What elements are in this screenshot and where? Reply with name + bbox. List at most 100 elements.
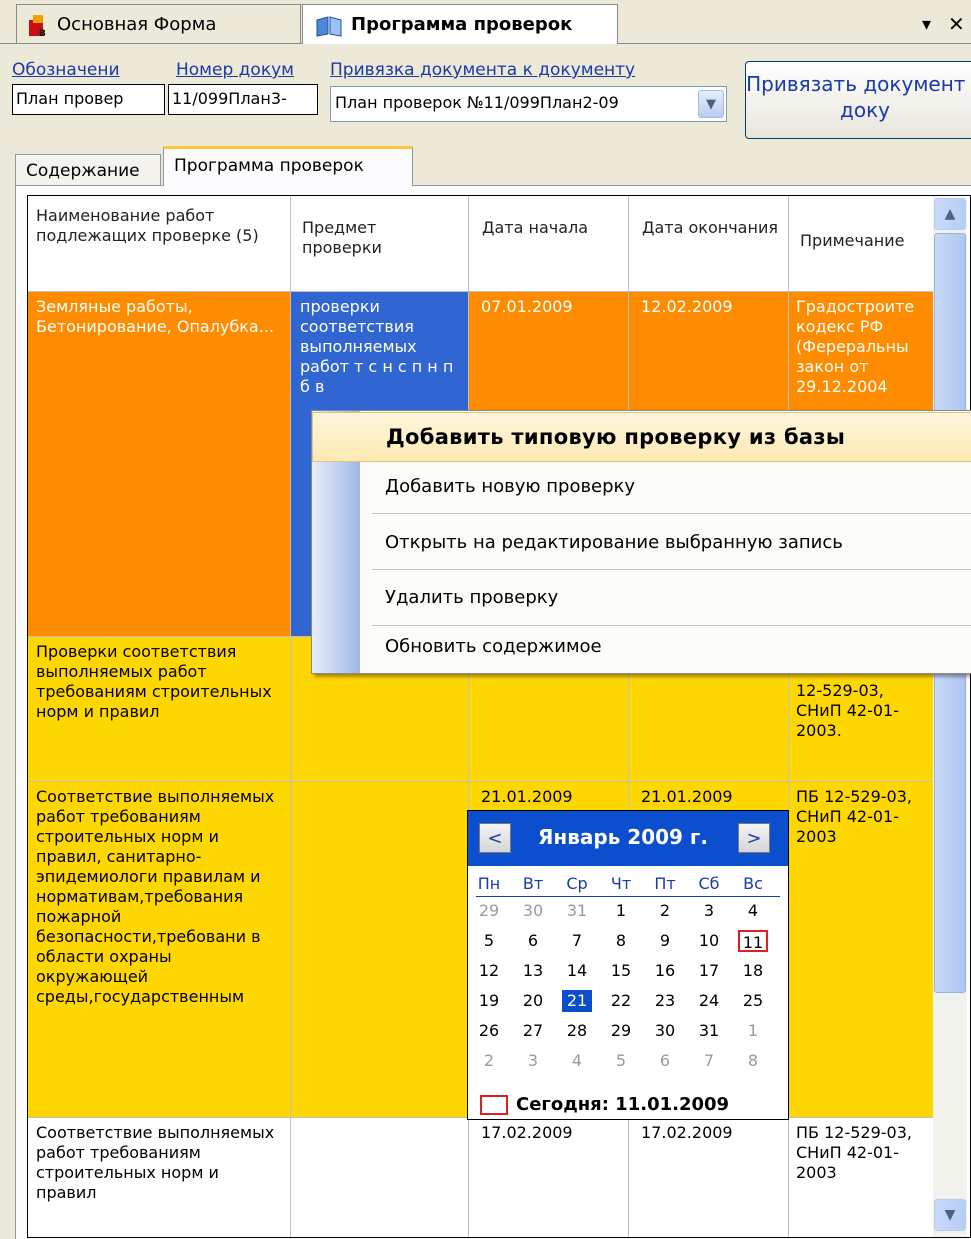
calendar-day[interactable]: 3 <box>694 900 724 922</box>
calendar-weekday: Пт <box>654 874 676 893</box>
calendar-day[interactable]: 23 <box>650 990 680 1012</box>
menu-item-delete-check[interactable]: Удалить проверку <box>360 569 971 625</box>
calendar-today-link[interactable]: Сегодня: 11.01.2009 <box>480 1094 729 1115</box>
table-row-3-note[interactable]: ПБ 12-529-03, СНиП 42-01-2003 <box>789 782 934 1118</box>
calendar-day[interactable]: 5 <box>474 930 504 952</box>
doc-number-field[interactable]: 11/099План3- <box>168 84 318 115</box>
doc-tab-main-form[interactable]: B Основная Форма <box>16 4 301 44</box>
calendar-month-title[interactable]: Январь 2009 г. <box>538 825 708 849</box>
binding-combo[interactable]: План проверок №11/099План2-09 ▼ <box>330 86 727 122</box>
column-header-start[interactable]: Дата начала <box>469 196 629 292</box>
calendar-day[interactable]: 8 <box>606 930 636 952</box>
calendar-today-label: Сегодня: 11.01.2009 <box>516 1094 730 1115</box>
calendar-day[interactable]: 30 <box>518 900 548 922</box>
calendar-header: < Январь 2009 г. > <box>468 811 788 866</box>
calendar-day[interactable]: 15 <box>606 960 636 982</box>
table-row-4-name[interactable]: Соответствие выполняемых работ требовани… <box>28 1118 291 1237</box>
calendar-day[interactable]: 11 <box>738 930 768 952</box>
column-header-end[interactable]: Дата окончания <box>629 196 789 292</box>
binding-label: Привязка документа к документу <box>330 60 636 80</box>
context-menu: Добавить типовую проверку из базы Добави… <box>311 410 971 674</box>
calendar-day[interactable]: 31 <box>694 1020 724 1042</box>
calendar-day[interactable]: 21 <box>562 990 592 1012</box>
calendar-day[interactable]: 26 <box>474 1020 504 1042</box>
calendar-day[interactable]: 4 <box>562 1050 592 1072</box>
calendar-day[interactable]: 27 <box>518 1020 548 1042</box>
calendar-day[interactable]: 29 <box>474 900 504 922</box>
designation-field[interactable]: План провер <box>12 84 165 115</box>
calendar-day[interactable]: 5 <box>606 1050 636 1072</box>
table-row-4-start[interactable]: 17.02.2009 <box>469 1118 629 1237</box>
calendar-day[interactable]: 6 <box>518 930 548 952</box>
chevron-left-icon[interactable]: < <box>479 823 511 853</box>
calendar-day[interactable]: 12 <box>474 960 504 982</box>
calendar-day[interactable]: 4 <box>738 900 768 922</box>
calendar-day[interactable]: 6 <box>650 1050 680 1072</box>
chevron-down-icon[interactable]: ▼ <box>698 90 724 118</box>
tab-program-label: Программа проверок <box>174 156 364 176</box>
doc-tab-program-label: Программа проверок <box>351 14 573 35</box>
calendar-weekday: Ср <box>566 874 588 893</box>
calendar-day[interactable]: 24 <box>694 990 724 1012</box>
table-row-4-subject[interactable] <box>291 1118 469 1237</box>
calendar-day[interactable]: 3 <box>518 1050 548 1072</box>
calendar-day[interactable]: 16 <box>650 960 680 982</box>
calendar-day[interactable]: 28 <box>562 1020 592 1042</box>
calendar-weekday: Чт <box>610 874 632 893</box>
menu-item-edit-selected[interactable]: Открыть на редактирование выбранную запи… <box>360 514 971 570</box>
menu-item-add-template-check[interactable]: Добавить типовую проверку из базы <box>312 412 971 462</box>
table-row-2-name[interactable]: Проверки соответствия выполняемых работ … <box>28 637 291 782</box>
column-header-name[interactable]: Наименование работ подлежащих проверке (… <box>28 196 291 292</box>
svg-text:B: B <box>39 29 46 38</box>
tab-menu-icon[interactable]: ▾ <box>922 14 931 35</box>
calendar-day[interactable]: 17 <box>694 960 724 982</box>
chevron-right-icon[interactable]: > <box>738 823 770 853</box>
tab-program[interactable]: Программа проверок <box>163 146 413 186</box>
chevron-up-icon[interactable]: ▲ <box>934 198 966 230</box>
calendar-day[interactable]: 10 <box>694 930 724 952</box>
doc-number-label: Номер докум <box>176 60 294 80</box>
calendar-weekday: Вс <box>743 874 763 893</box>
calendar-day[interactable]: 9 <box>650 930 680 952</box>
calendar-day[interactable]: 30 <box>650 1020 680 1042</box>
calendar-day[interactable]: 19 <box>474 990 504 1012</box>
table-row-3-subject[interactable] <box>291 782 469 1118</box>
calendar-day[interactable]: 13 <box>518 960 548 982</box>
book-icon <box>315 14 343 38</box>
column-header-note[interactable]: Примечание <box>789 196 934 292</box>
calendar-day[interactable]: 29 <box>606 1020 636 1042</box>
calendar-day[interactable]: 8 <box>738 1050 768 1072</box>
app-icon: B <box>27 12 51 39</box>
calendar-weekday: Сб <box>698 874 720 893</box>
calendar-day[interactable]: 2 <box>650 900 680 922</box>
calendar-day[interactable]: 22 <box>606 990 636 1012</box>
calendar-day[interactable]: 2 <box>474 1050 504 1072</box>
chevron-down-icon[interactable]: ▼ <box>934 1199 966 1231</box>
table-row-4-end[interactable]: 17.02.2009 <box>629 1118 789 1237</box>
menu-item-refresh[interactable]: Обновить содержимое <box>360 621 971 671</box>
doc-tab-program[interactable]: Программа проверок <box>302 4 618 44</box>
calendar-day[interactable]: 20 <box>518 990 548 1012</box>
calendar-day[interactable]: 25 <box>738 990 768 1012</box>
calendar-day[interactable]: 31 <box>562 900 592 922</box>
table-row-1-name[interactable]: Земляные работы, Бетонирование, Опалубка… <box>28 292 291 637</box>
calendar-day[interactable]: 14 <box>562 960 592 982</box>
today-marker-icon <box>480 1094 508 1115</box>
calendar-day[interactable]: 1 <box>738 1020 768 1042</box>
binding-combo-value: План проверок №11/099План2-09 <box>335 93 619 112</box>
column-header-subject[interactable]: Предмет проверки <box>291 196 469 292</box>
bind-document-button[interactable]: Привязать документ к доку <box>745 61 971 139</box>
calendar-day[interactable]: 1 <box>606 900 636 922</box>
grid-scrollbar[interactable]: ▲ ▼ <box>933 197 967 1237</box>
calendar-day[interactable]: 7 <box>694 1050 724 1072</box>
doc-tab-main-form-label: Основная Форма <box>57 14 217 35</box>
date-picker-calendar: < Январь 2009 г. > Пн Вт Ср Чт Пт Сб Вс 29 30 31 1… <box>467 810 789 1120</box>
calendar-day[interactable]: 7 <box>562 930 592 952</box>
table-row-4-note[interactable]: ПБ 12-529-03, СНиП 42-01-2003 <box>789 1118 934 1237</box>
menu-item-add-new-check[interactable]: Добавить новую проверку <box>360 458 971 514</box>
close-icon[interactable]: ✕ <box>948 12 965 36</box>
tab-content-label: Содержание <box>26 161 140 181</box>
calendar-day[interactable]: 18 <box>738 960 768 982</box>
tab-content[interactable]: Содержание <box>15 154 161 185</box>
table-row-3-name[interactable]: Соответствие выполняемых работ требовани… <box>28 782 291 1118</box>
